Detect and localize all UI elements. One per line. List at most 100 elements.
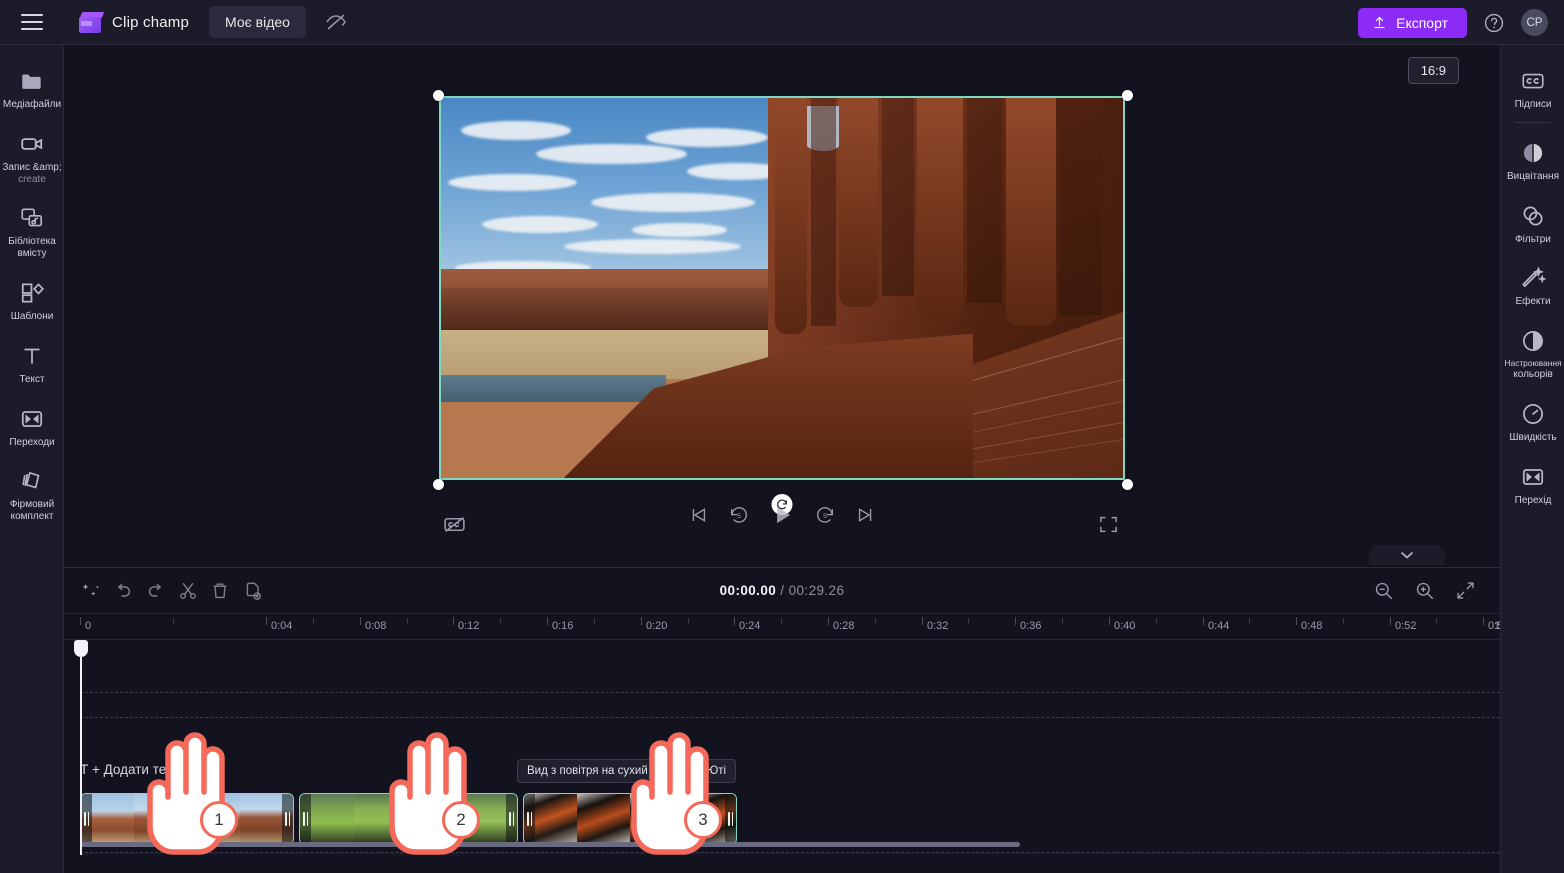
aspect-ratio-badge[interactable]: 16:9 (1407, 57, 1459, 84)
clip-trim-handle-right[interactable] (725, 794, 736, 844)
sidebar-item-label: Шаблони (10, 310, 54, 322)
ruler-tick-label: 0:32 (927, 620, 949, 632)
zoom-in-icon[interactable] (1414, 580, 1435, 601)
selection-handle-bottom-right[interactable] (1122, 479, 1133, 490)
rewind-5s-icon[interactable]: 5 (728, 504, 750, 526)
playhead-knob[interactable] (74, 640, 88, 657)
sidebar-item-media[interactable]: Медіафайли (0, 59, 64, 118)
clip-trim-handle-right[interactable] (506, 794, 517, 844)
play-icon[interactable] (769, 502, 795, 528)
sidebar-item-transition[interactable]: Перехід (1501, 455, 1564, 514)
clip-tooltip: Вид з повітря на сухий каньйон в Юті (517, 759, 737, 783)
sidebar-item-fade[interactable]: Вицвітання (1501, 131, 1564, 190)
split-scissors-icon[interactable] (177, 580, 199, 602)
fit-to-screen-icon[interactable] (1455, 580, 1476, 601)
zoom-out-icon[interactable] (1373, 580, 1394, 601)
svg-text:5: 5 (737, 513, 741, 520)
video-preview-frame (439, 96, 1125, 480)
sidebar-item-filters[interactable]: Фільтри (1501, 194, 1564, 253)
clip-trim-handle-left[interactable] (524, 794, 535, 844)
timeline-zoom-controls (1373, 580, 1476, 601)
top-bar-right: Експорт CP (1358, 0, 1548, 45)
brand-name: Clip champ (112, 13, 190, 31)
ruler-tick-label: 0 (85, 620, 92, 632)
step-badge-3: 3 (684, 801, 722, 839)
forward-5s-icon[interactable]: 5 (814, 504, 836, 526)
sidebar-item-transitions[interactable]: Переходи (0, 397, 64, 456)
delete-trash-icon[interactable] (209, 580, 231, 602)
timeline-clip-2[interactable] (299, 793, 518, 845)
eye-off-icon[interactable] (324, 10, 348, 34)
preview-stage: 16:9 5 5 (64, 45, 1500, 565)
speed-icon (1523, 403, 1543, 424)
right-sidebar: Підписи Вицвітання Фільтри Ефекти Настро… (1500, 45, 1564, 873)
filters-icon (1523, 206, 1543, 226)
video-canvas[interactable] (433, 90, 1133, 515)
sidebar-item-captions[interactable]: Підписи (1501, 59, 1564, 118)
magic-wand-icon[interactable] (80, 580, 102, 602)
duplicate-icon[interactable] (242, 580, 264, 602)
redo-icon[interactable] (145, 580, 167, 602)
sidebar-item-label: Настроювання (1504, 358, 1562, 369)
sidebar-item-templates[interactable]: Шаблони (0, 271, 64, 330)
sidebar-item-label: Ефекти (1515, 296, 1551, 308)
folder-icon (22, 74, 41, 89)
help-icon[interactable] (1483, 12, 1505, 34)
user-avatar[interactable]: CP (1521, 9, 1548, 36)
clip-thumbnails (300, 794, 517, 844)
sidebar-item-record-create[interactable]: Запис &amp; create (0, 122, 64, 193)
sidebar-item-label: Переходи (9, 436, 55, 448)
sidebar-item-color-adjust[interactable]: Настроювання кольорів (1501, 319, 1564, 388)
svg-text:5: 5 (823, 513, 827, 520)
current-time: 00:00.00 (719, 583, 777, 598)
timeline-collapse-toggle[interactable] (1369, 545, 1445, 565)
timeline-ruler[interactable]: 0 0:04 0:08 0:12 0:16 0:20 0:24 0:28 0:3… (64, 614, 1500, 640)
selection-handle-bottom-left[interactable] (433, 479, 444, 490)
captions-off-icon[interactable] (442, 512, 467, 537)
clip-trim-handle-left[interactable] (300, 794, 311, 844)
sidebar-item-label-2: кольорів (1513, 369, 1553, 381)
playhead[interactable] (74, 640, 88, 855)
audio-track-lane[interactable]: + Ау (80, 852, 1500, 855)
skip-to-start-icon[interactable] (687, 504, 709, 526)
sidebar-item-label: Бібліотека (8, 236, 56, 248)
transport-controls: 5 5 (687, 502, 877, 528)
clip-trim-handle-right[interactable] (282, 794, 293, 844)
sidebar-item-text[interactable]: Текст (0, 334, 64, 393)
skip-to-end-icon[interactable] (855, 504, 877, 526)
sidebar-item-label: Швидкість (1509, 431, 1557, 443)
fullscreen-icon[interactable] (1097, 513, 1120, 536)
sidebar-item-label: Вицвітання (1506, 170, 1559, 182)
ruler-tick-label: 0:24 (739, 620, 761, 632)
undo-icon[interactable] (112, 580, 134, 602)
sidebar-item-effects[interactable]: Ефекти (1501, 256, 1564, 315)
clipchamp-logo-icon (79, 11, 105, 33)
clip-thumbnails (81, 794, 293, 844)
sidebar-item-label: Підписи (1514, 99, 1552, 110)
project-name-chip[interactable]: Моє відео (209, 6, 306, 38)
hamburger-icon[interactable] (21, 14, 43, 30)
sidebar-item-label-2: create (18, 173, 46, 185)
sidebar-item-brand-kit[interactable]: Фірмовий комплект (0, 459, 64, 530)
ruler-tick-label: 0:04 (271, 620, 293, 632)
brand-logo-link[interactable]: Clip champ (79, 11, 190, 33)
timeline-horizontal-scrollbar[interactable] (80, 842, 1020, 847)
preview-image-desert-canyon (441, 98, 1123, 478)
text-track-lane[interactable] (80, 692, 1500, 718)
sidebar-item-label: Медіафайли (2, 99, 62, 110)
export-button[interactable]: Експорт (1358, 7, 1467, 38)
sidebar-item-speed[interactable]: Швидкість (1501, 392, 1564, 451)
timeline-tracks: Т + Додати текст Вид з повітря на сухий … (64, 640, 1500, 855)
clip-trim-handle-left[interactable] (81, 794, 92, 844)
sidebar-item-content-library[interactable]: Бібліотека вмісту (0, 196, 64, 267)
ruler-tick-label: 0:40 (1114, 620, 1136, 632)
add-text-button[interactable]: Т + Додати текст (80, 762, 185, 777)
selection-handle-top-left[interactable] (433, 90, 444, 101)
timeline-clip-1[interactable] (80, 793, 294, 845)
ruler-tick-label: 0:08 (365, 620, 387, 632)
time-separator: / (780, 583, 785, 598)
text-icon (24, 348, 40, 364)
ruler-tick-label: 0:20 (646, 620, 668, 632)
selection-handle-top-right[interactable] (1122, 90, 1133, 101)
total-time: 00:29.26 (788, 583, 845, 598)
